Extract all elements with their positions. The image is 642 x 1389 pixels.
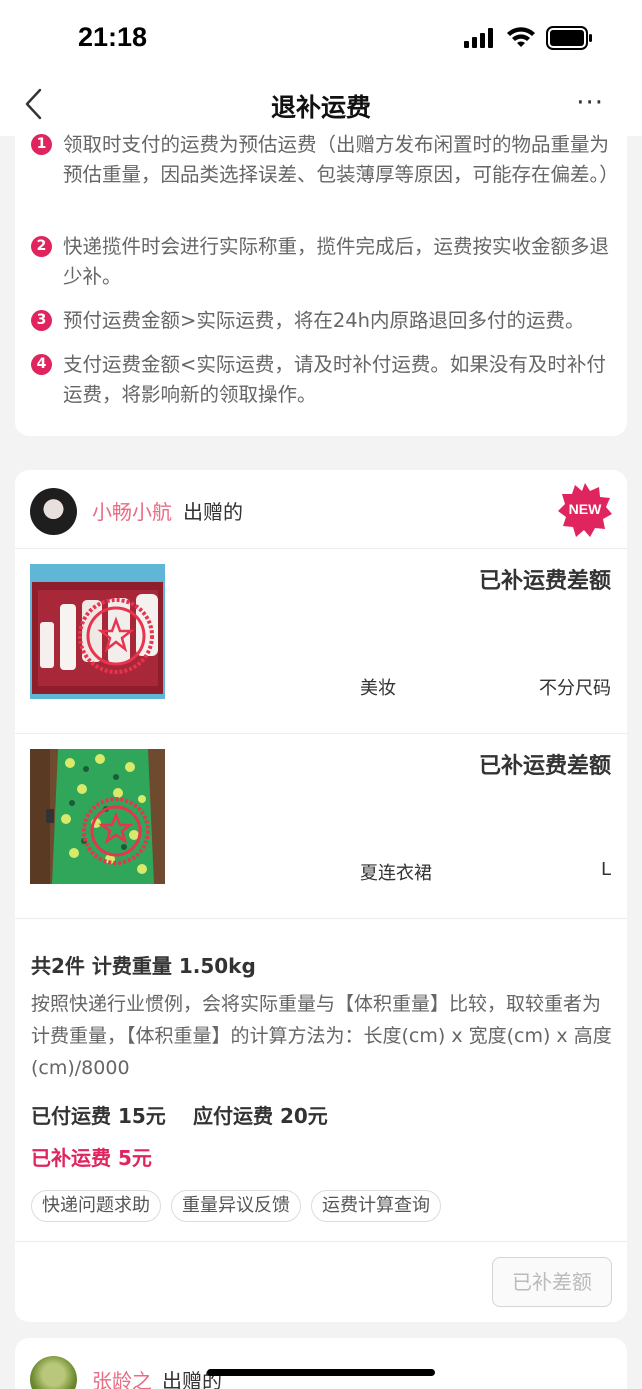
item-status: 已补运费差额 [478,569,611,594]
tag-delivery-help[interactable]: 快递问题求助 [31,1190,161,1222]
help-tags: 快递问题求助 重量异议反馈 运费计算查询 [31,1190,441,1222]
item-thumbnail-dress [30,749,165,884]
page-title: 退补运费 [270,93,371,122]
rule-item: 2 快递揽件时会进行实际称重，揽件完成后，运费按实收金额多退少补。 [31,232,613,292]
rule-text: 预付运费金额>实际运费，将在24h内原路退回多付的运费。 [63,309,585,332]
item-size: L [600,859,611,880]
rules-card: 1 领取时支付的运费为预估运费（出赠方发布闲置时的物品重量为预估重量，因品类选择… [15,133,627,436]
avatar[interactable] [30,488,77,535]
divider [15,1241,627,1242]
avatar[interactable] [30,1356,77,1389]
paid-shipping: 已付运费 15元 [31,1104,166,1128]
rule-number-badge: 3 [31,310,52,331]
giver-suffix: 出赠的 [183,500,243,524]
more-options-icon[interactable]: ··· [576,90,604,116]
order-card: 小畅小航 出赠的 NEW 已补运费差额 美妆 不分尺码 已补运费差额 夏连衣裙 … [15,470,627,1322]
rule-number-badge: 1 [31,134,52,155]
item-thumbnail-cosmetics [30,564,165,699]
due-shipping: 应付运费 20元 [193,1104,328,1128]
rule-item: 1 领取时支付的运费为预估运费（出赠方发布闲置时的物品重量为预估重量，因品类选择… [31,130,619,190]
rule-item: 3 预付运费金额>实际运费，将在24h内原路退回多付的运费。 [31,306,613,336]
rule-number-badge: 2 [31,236,52,257]
home-indicator [207,1369,435,1376]
supplemented-button[interactable]: 已补差额 [492,1257,612,1307]
next-order-card: 张龄之 出赠的 [15,1338,627,1389]
order-item[interactable]: 已补运费差额 夏连衣裙 L [15,734,627,919]
tag-weight-dispute[interactable]: 重量异议反馈 [171,1190,301,1222]
status-icons [464,26,594,50]
new-badge: NEW [557,482,613,538]
wifi-icon [507,27,535,47]
summary-title: 共2件 计费重量 1.50kg [31,954,256,978]
status-bar: 21:18 [0,0,642,72]
rule-text: 领取时支付的运费为预估运费（出赠方发布闲置时的物品重量为预估重量，因品类选择误差… [63,133,619,186]
status-time: 21:18 [78,22,148,52]
order-header: 小畅小航 出赠的 NEW [15,470,627,549]
new-badge-label: NEW [568,501,602,517]
rule-text: 支付运费金额<实际运费，请及时补付运费。如果没有及时补付运费，将影响新的领取操作… [63,353,606,406]
giver-name[interactable]: 张龄之 [92,1365,152,1389]
item-size: 不分尺码 [539,678,611,699]
rule-text: 快递揽件时会进行实际称重，揽件完成后，运费按实收金额多退少补。 [63,235,610,288]
order-item[interactable]: 已补运费差额 美妆 不分尺码 [15,549,627,734]
signal-icon [464,28,493,48]
supplemented-shipping: 已补运费 5元 [31,1146,152,1170]
tag-fee-calculation[interactable]: 运费计算查询 [311,1190,441,1222]
item-category: 美妆 [360,678,396,699]
battery-icon [546,26,592,50]
rule-item: 4 支付运费金额<实际运费，请及时补付运费。如果没有及时补付运费，将影响新的领取… [31,350,613,410]
summary-description: 按照快递行业惯例，会将实际重量与【体积重量】比较，取较重者为计费重量，【体积重量… [31,993,612,1079]
rule-number-badge: 4 [31,354,52,375]
giver-name[interactable]: 小畅小航 [92,496,172,525]
item-category: 夏连衣裙 [360,863,432,884]
nav-bar: 退补运费 ··· [0,72,642,136]
item-status: 已补运费差额 [478,754,611,779]
